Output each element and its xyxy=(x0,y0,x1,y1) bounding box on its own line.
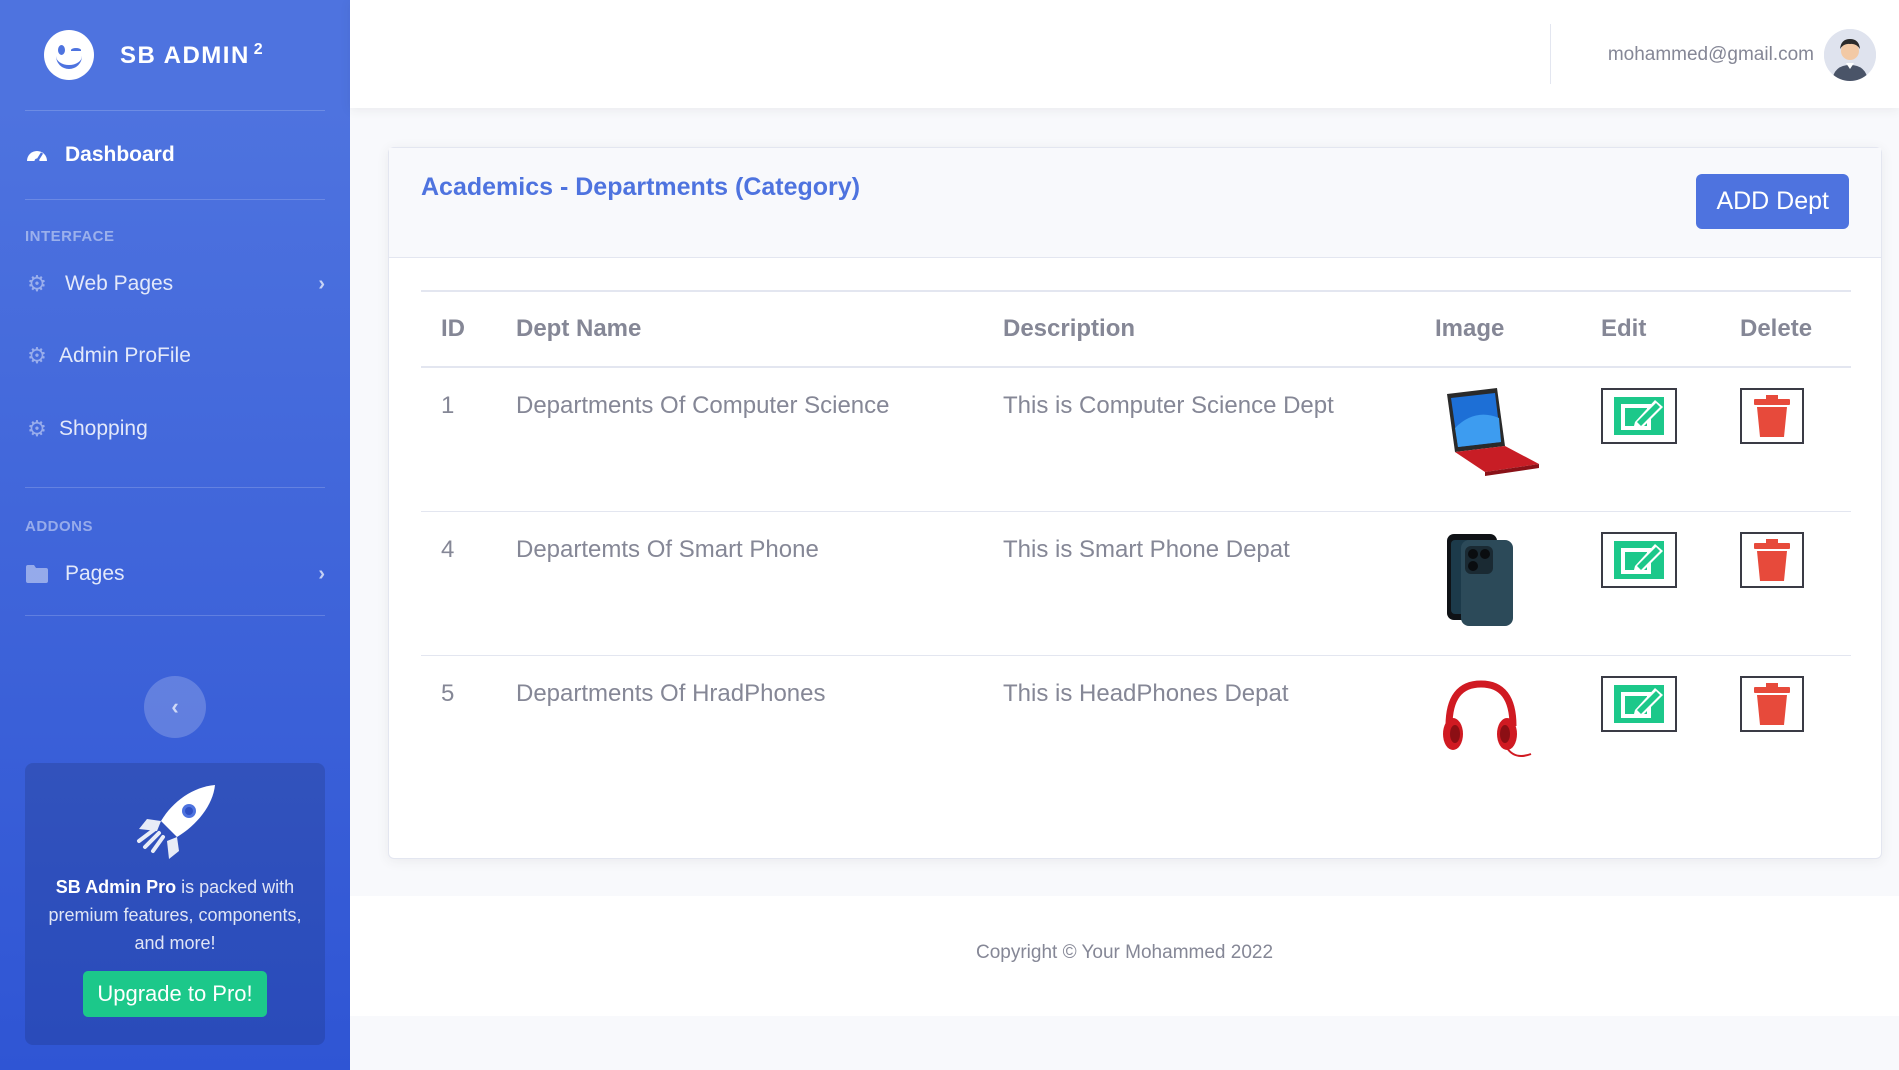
gear-icon: ⚙ xyxy=(27,271,47,296)
column-header-image[interactable]: Image xyxy=(1415,291,1581,367)
trash-icon xyxy=(1754,395,1790,437)
sidebar-heading-addons: ADDONS xyxy=(25,518,94,535)
promo-text: SB Admin Pro is packed with premium feat… xyxy=(48,877,302,953)
trash-icon xyxy=(1754,682,1790,725)
sidebar-item-web-pages[interactable]: ⚙ Web Pages › xyxy=(0,249,350,319)
edit-icon xyxy=(1614,684,1664,723)
add-dept-button[interactable]: ADD Dept xyxy=(1696,174,1849,229)
cell-id: 4 xyxy=(441,535,455,563)
copyright-text: Copyright © Your Mohammed 2022 xyxy=(975,942,1274,963)
footer: Copyright © Your Mohammed 2022 xyxy=(350,896,1899,1016)
departments-table: ID Dept Name Description Image Edit Dele… xyxy=(421,290,1851,799)
cell-dept-name: Departemts Of Smart Phone xyxy=(516,535,819,563)
column-header-id[interactable]: ID xyxy=(421,291,496,367)
topbar-divider xyxy=(1550,24,1551,84)
sidebar-promo-card: SB Admin Pro is packed with premium feat… xyxy=(25,763,325,1045)
sidebar-item-label: Admin ProFile xyxy=(59,344,191,367)
cell-id: 5 xyxy=(441,679,455,707)
table-row: 4 Departemts Of Smart Phone This is Smar… xyxy=(421,511,1851,655)
edit-button[interactable] xyxy=(1601,675,1677,732)
delete-button[interactable] xyxy=(1740,675,1804,732)
chevron-right-icon: › xyxy=(318,272,325,295)
cell-image xyxy=(1415,511,1581,655)
cell-dept-name: Departments Of HradPhones xyxy=(516,679,826,707)
trash-icon xyxy=(1754,538,1790,581)
cell-delete xyxy=(1720,367,1851,511)
cell-image xyxy=(1415,367,1581,511)
avatar[interactable] xyxy=(1824,29,1876,81)
chevron-left-icon: ‹ xyxy=(171,694,179,719)
column-header-delete[interactable]: Delete xyxy=(1720,291,1851,367)
tachometer-icon xyxy=(25,143,49,167)
table-row: 5 Departments Of HradPhones This is Head… xyxy=(421,655,1851,799)
user-email[interactable]: mohammed@gmail.com xyxy=(1608,44,1814,66)
sidebar-item-label: Pages xyxy=(65,562,125,585)
sidebar-heading-interface: INTERFACE xyxy=(25,228,115,245)
sidebar-item-admin-profile[interactable]: ⚙ Admin ProFile xyxy=(0,319,350,393)
cell-image xyxy=(1415,655,1581,799)
cell-id: 1 xyxy=(441,392,455,419)
edit-icon xyxy=(1614,540,1664,579)
table-row: 1 Departments Of Computer Science This i… xyxy=(421,367,1851,511)
rocket-icon xyxy=(137,785,215,859)
table-header-row: ID Dept Name Description Image Edit Dele… xyxy=(421,291,1851,367)
cell-dept-name: Departments Of Computer Science xyxy=(516,392,890,419)
departments-card: Academics - Departments (Category) ADD D… xyxy=(388,147,1882,859)
column-header-dept-name[interactable]: Dept Name xyxy=(496,291,983,367)
card-header: Academics - Departments (Category) ADD D… xyxy=(389,148,1881,258)
sidebar-divider xyxy=(25,199,325,200)
sidebar-divider xyxy=(25,487,325,488)
laugh-wink-icon xyxy=(44,30,94,80)
cell-edit xyxy=(1581,655,1720,799)
sidebar-item-label: Web Pages xyxy=(65,272,174,295)
sidebar-brand[interactable]: SB ADMIN 2 xyxy=(0,0,350,110)
cell-delete xyxy=(1720,511,1851,655)
column-header-edit[interactable]: Edit xyxy=(1581,291,1720,367)
topbar: mohammed@gmail.com xyxy=(350,0,1899,108)
gear-icon: ⚙ xyxy=(27,343,47,368)
sidebar-divider xyxy=(25,615,325,616)
sidebar: SB ADMIN 2 Dashboard INTERFACE ⚙ Web Page… xyxy=(0,0,350,1070)
sidebar-toggle-button[interactable]: ‹ xyxy=(144,676,206,738)
delete-button[interactable] xyxy=(1740,531,1804,588)
sidebar-item-label: Shopping xyxy=(59,417,148,440)
cell-edit xyxy=(1581,367,1720,511)
laptop-image xyxy=(1447,388,1539,476)
page-title: Academics - Departments (Category) xyxy=(421,173,861,201)
folder-icon xyxy=(25,562,49,586)
headphones-image xyxy=(1443,679,1532,757)
delete-button[interactable] xyxy=(1740,388,1804,444)
cell-delete xyxy=(1720,655,1851,799)
sidebar-item-dashboard[interactable]: Dashboard xyxy=(0,111,350,199)
edit-icon xyxy=(1614,397,1664,435)
gear-icon: ⚙ xyxy=(27,416,47,441)
chevron-right-icon: › xyxy=(318,562,325,585)
edit-button[interactable] xyxy=(1601,531,1677,588)
edit-button[interactable] xyxy=(1601,388,1677,444)
cell-description: This is Computer Science Dept xyxy=(1003,392,1334,419)
cell-edit xyxy=(1581,511,1720,655)
cell-description: This is Smart Phone Depat xyxy=(1003,535,1290,563)
sidebar-item-label: Dashboard xyxy=(65,143,175,166)
sidebar-item-pages[interactable]: Pages › xyxy=(0,541,350,607)
upgrade-button[interactable]: Upgrade to Pro! xyxy=(83,971,267,1017)
column-header-description[interactable]: Description xyxy=(983,291,1415,367)
brand-name: SB ADMIN 2 xyxy=(120,40,265,69)
sidebar-item-shopping[interactable]: ⚙ Shopping xyxy=(0,393,350,465)
smartphone-image xyxy=(1447,533,1513,626)
cell-description: This is HeadPhones Depat xyxy=(1003,679,1289,707)
